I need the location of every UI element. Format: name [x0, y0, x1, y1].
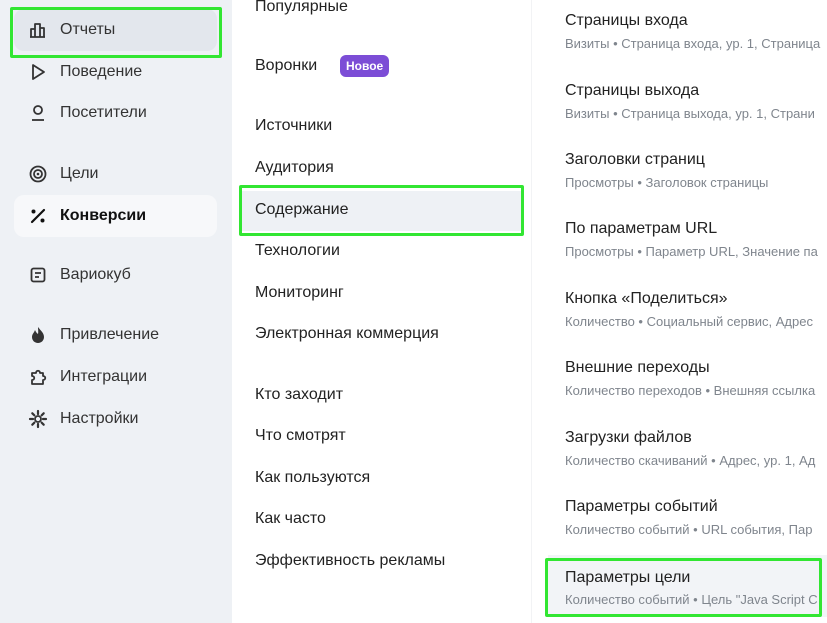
report-description: Количество • Социальный сервис, Адрес — [565, 314, 813, 329]
category-label: Технологии — [255, 242, 340, 259]
cube-table-icon — [30, 267, 46, 283]
report-description: Количество скачиваний • Адрес, ур. 1, Ад — [565, 453, 816, 468]
category-label: Популярные — [255, 0, 348, 15]
report-title: Страницы входа — [565, 12, 688, 29]
sidebar-item-conversions[interactable]: Конверсии — [14, 195, 217, 237]
report-title: Параметры событий — [565, 498, 718, 515]
report-item[interactable]: Кнопка «Поделиться» Количество • Социаль… — [552, 278, 827, 334]
sidebar-item-settings[interactable]: Настройки — [14, 398, 217, 440]
sidebar-item-label: Цели — [60, 165, 99, 182]
category-ad-efficiency[interactable]: Эффективность рекламы — [242, 542, 522, 582]
category-label: Воронки — [255, 57, 318, 74]
play-icon — [32, 64, 45, 80]
category-audience[interactable]: Аудитория — [242, 149, 522, 189]
sidebar-item-label: Поведение — [60, 63, 143, 80]
sidebar-item-visitors[interactable]: Посетители — [14, 92, 217, 134]
report-item[interactable]: Параметры событий Количество событий • U… — [552, 486, 827, 542]
report-description: Количество переходов • Внешняя ссылка — [565, 383, 816, 398]
category-technologies[interactable]: Технологии — [242, 232, 522, 272]
report-item[interactable]: Страницы входа Визиты • Страница входа, … — [552, 0, 827, 56]
sidebar-item-label: Посетители — [60, 104, 147, 121]
category-label: Эффективность рекламы — [255, 552, 446, 569]
report-title: Кнопка «Поделиться» — [565, 290, 728, 307]
sidebar-item-reports[interactable]: Отчеты — [14, 9, 217, 51]
report-item-goal-params[interactable]: Параметры цели Количество событий • Цель… — [548, 555, 827, 617]
person-icon — [32, 105, 44, 121]
new-badge: Новое — [340, 55, 390, 77]
sidebar-item-label: Настройки — [60, 410, 139, 427]
category-content[interactable]: Содержание — [242, 191, 522, 231]
category-label: Электронная коммерция — [255, 325, 439, 342]
category-sources[interactable]: Источники — [242, 107, 522, 147]
category-label: Содержание — [255, 201, 349, 218]
report-categories: Популярные Воронки Новое Источники Аудит… — [232, 0, 530, 623]
category-ecommerce[interactable]: Электронная коммерция — [242, 315, 522, 355]
sidebar-item-integrations[interactable]: Интеграции — [14, 356, 217, 398]
report-description: Визиты • Страница выхода, ур. 1, Страни — [565, 106, 815, 121]
category-label: Кто заходит — [255, 386, 344, 403]
target-icon — [29, 165, 47, 183]
report-title: Заголовки страниц — [565, 151, 705, 168]
category-label: Мониторинг — [255, 284, 344, 301]
sidebar-item-goals[interactable]: Цели — [14, 153, 217, 195]
category-label: Что смотрят — [255, 427, 346, 444]
sidebar: Отчеты Поведение Посетители Цели Конверс… — [0, 0, 232, 623]
percent-icon — [30, 208, 46, 224]
report-item[interactable]: Внешние переходы Количество переходов • … — [552, 347, 827, 403]
report-title: Страницы выхода — [565, 82, 700, 99]
category-what-they-view[interactable]: Что смотрят — [242, 417, 522, 457]
category-monitoring[interactable]: Мониторинг — [242, 274, 522, 314]
report-title: Загрузки файлов — [565, 429, 692, 446]
puzzle-icon — [31, 369, 47, 385]
category-label: Источники — [255, 117, 333, 134]
report-description: Просмотры • Заголовок страницы — [565, 175, 769, 190]
report-description: Просмотры • Параметр URL, Значение па — [565, 244, 818, 259]
report-description: Количество событий • URL события, Пар — [565, 522, 813, 537]
category-how-often[interactable]: Как часто — [242, 500, 522, 540]
sidebar-item-variocube[interactable]: Вариокуб — [14, 254, 217, 296]
report-title: По параметрам URL — [565, 220, 718, 237]
report-description: Визиты • Страница входа, ур. 1, Страница — [565, 36, 821, 51]
sidebar-item-label: Отчеты — [60, 21, 116, 38]
sidebar-item-label: Привлечение — [60, 326, 160, 343]
report-title: Параметры цели — [565, 569, 691, 586]
category-who-visits[interactable]: Кто заходит — [242, 376, 522, 416]
category-funnels[interactable]: Воронки Новое — [242, 47, 522, 87]
sidebar-item-behavior[interactable]: Поведение — [14, 51, 217, 93]
report-item[interactable]: По параметрам URL Просмотры • Параметр U… — [552, 208, 827, 264]
flame-icon — [32, 327, 44, 343]
report-item[interactable]: Загрузки файлов Количество скачиваний • … — [552, 417, 827, 473]
sidebar-item-label: Вариокуб — [60, 266, 131, 283]
bar-chart-icon — [30, 23, 45, 38]
category-label: Аудитория — [255, 159, 334, 176]
report-description: Количество событий • Цель "Java Script С — [565, 592, 818, 607]
reports-list: Страницы входа Визиты • Страница входа, … — [531, 0, 827, 623]
category-how-they-use[interactable]: Как пользуются — [242, 459, 522, 499]
report-item[interactable]: Страницы выхода Визиты • Страница выхода… — [552, 70, 827, 126]
sidebar-item-acquisition[interactable]: Привлечение — [14, 314, 217, 356]
sidebar-item-label: Интеграции — [60, 368, 148, 385]
gear-icon — [28, 409, 48, 429]
category-label: Как часто — [255, 510, 326, 527]
category-popular[interactable]: Популярные — [242, 0, 522, 28]
category-label: Как пользуются — [255, 469, 371, 486]
report-title: Внешние переходы — [565, 359, 710, 376]
report-item[interactable]: Заголовки страниц Просмотры • Заголовок … — [552, 139, 827, 195]
sidebar-item-label: Конверсии — [60, 207, 147, 224]
